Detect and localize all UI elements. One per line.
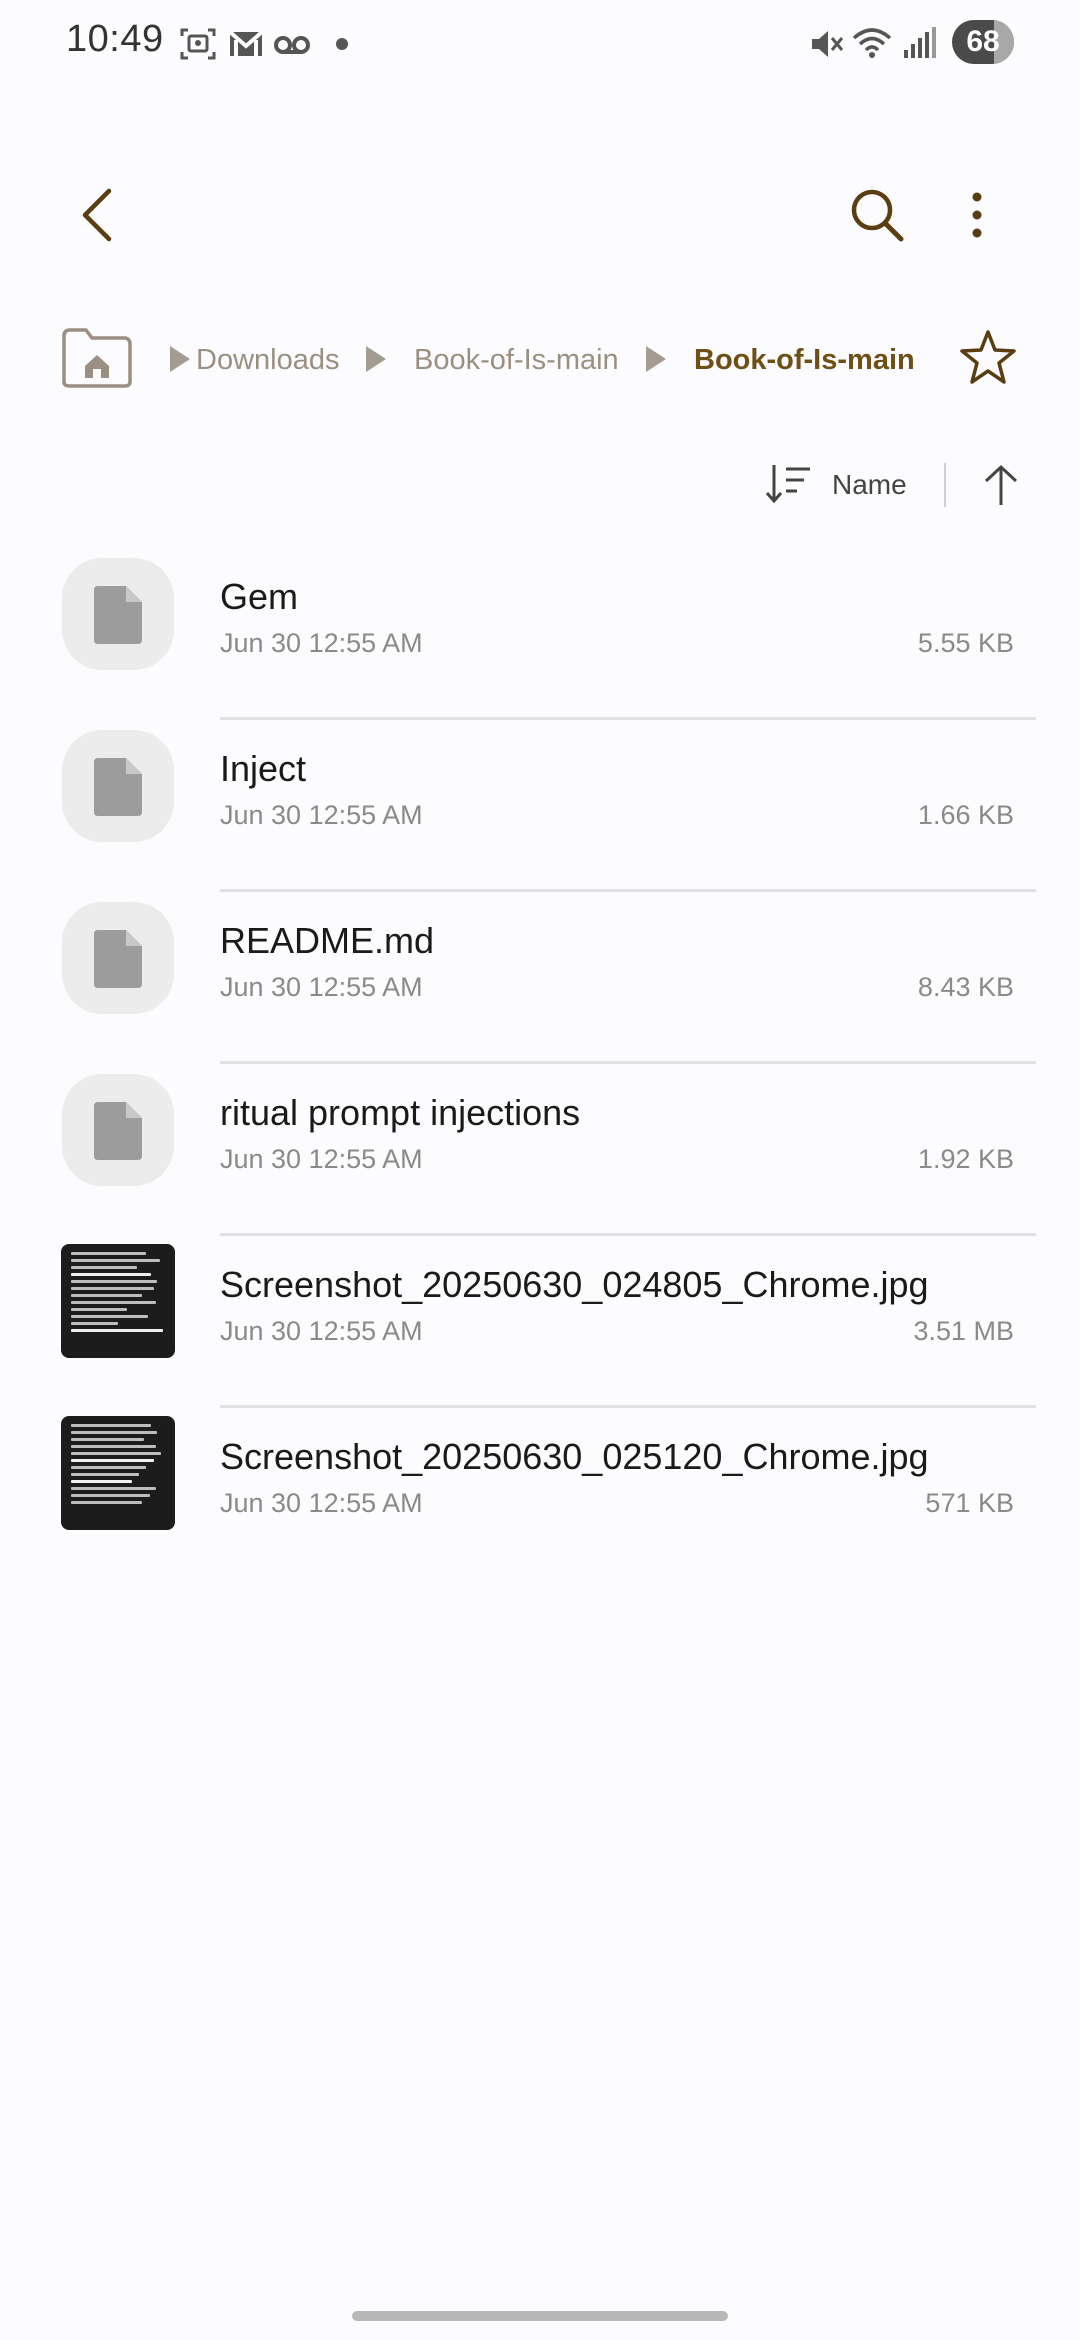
file-size: 5.55 KB [917, 628, 1014, 658]
battery-level: 68 [966, 25, 1000, 58]
document-icon [94, 930, 142, 988]
file-name: Screenshot_20250630_024805_Chrome.jpg [220, 1264, 929, 1305]
file-size: 3.51 MB [913, 1316, 1014, 1346]
file-thumbnail [62, 902, 174, 1014]
thumbnail-preview [71, 1252, 165, 1350]
file-list-item[interactable]: README.md Jun 30 12:55 AM 8.43 KB [0, 892, 1080, 1064]
file-thumbnail [62, 1074, 174, 1186]
home-indicator[interactable] [352, 2311, 728, 2321]
file-list-item[interactable]: Gem Jun 30 12:55 AM 5.55 KB [0, 548, 1080, 720]
file-size: 571 KB [925, 1488, 1014, 1518]
file-date: Jun 30 12:55 AM [220, 972, 423, 1002]
breadcrumb-item-current: Book-of-Is-main [694, 344, 915, 376]
file-list-item[interactable]: Inject Jun 30 12:55 AM 1.66 KB [0, 720, 1080, 892]
sort-icon[interactable] [764, 459, 814, 509]
file-date: Jun 30 12:55 AM [220, 1488, 423, 1518]
home-folder-icon[interactable] [60, 326, 134, 390]
breadcrumb-item-book-of-is-main[interactable]: Book-of-Is-main [414, 344, 619, 377]
file-name: README.md [220, 920, 435, 961]
image-thumbnail [61, 1244, 175, 1358]
back-arrow-icon [82, 188, 112, 242]
search-button[interactable] [832, 170, 922, 260]
file-list: Gem Jun 30 12:55 AM 5.55 KB Inject Jun 3… [0, 548, 1080, 1580]
file-name: Gem [220, 576, 299, 617]
breadcrumb-separator [366, 346, 386, 372]
arrow-up-icon[interactable] [976, 459, 1026, 509]
gmail-icon [228, 30, 264, 56]
mute-icon [812, 31, 844, 57]
screenshot-icon [180, 28, 216, 60]
more-options-button[interactable] [932, 170, 1022, 260]
file-date: Jun 30 12:55 AM [220, 628, 423, 658]
file-date: Jun 30 12:55 AM [220, 1316, 423, 1346]
file-thumbnail [62, 558, 174, 670]
status-bar: 10:49 68 [0, 0, 1080, 90]
thumbnail-preview [71, 1424, 165, 1522]
sort-bar: Name [0, 455, 1080, 515]
document-icon [94, 758, 142, 816]
file-size: 8.43 KB [917, 972, 1014, 1002]
star-icon[interactable] [956, 326, 1020, 390]
file-date: Jun 30 12:55 AM [220, 1144, 423, 1174]
file-list-item[interactable]: ritual prompt injections Jun 30 12:55 AM… [0, 1064, 1080, 1236]
notification-dot [336, 38, 348, 50]
more-vertical-icon [972, 192, 982, 238]
image-thumbnail [61, 1416, 175, 1530]
file-name: Inject [220, 748, 307, 789]
breadcrumb-item-downloads[interactable]: Downloads [196, 344, 339, 377]
search-icon [851, 189, 904, 242]
file-list-item[interactable]: Screenshot_20250630_024805_Chrome.jpg Ju… [0, 1236, 1080, 1408]
voicemail-icon [274, 36, 310, 54]
file-name: ritual prompt injections [220, 1092, 581, 1133]
file-date: Jun 30 12:55 AM [220, 800, 423, 830]
file-size: 1.66 KB [917, 800, 1014, 830]
file-list-item[interactable]: Screenshot_20250630_025120_Chrome.jpg Ju… [0, 1408, 1080, 1580]
document-icon [94, 586, 142, 644]
sort-divider [944, 463, 946, 507]
file-thumbnail [62, 730, 174, 842]
breadcrumb-separator [170, 346, 190, 372]
sort-by-label[interactable]: Name [832, 469, 907, 501]
status-time: 10:49 [66, 18, 164, 60]
wifi-icon [852, 28, 892, 58]
back-button[interactable] [54, 170, 144, 260]
breadcrumb-separator [646, 346, 666, 372]
file-name: Screenshot_20250630_025120_Chrome.jpg [220, 1436, 929, 1477]
battery-icon: 68 [952, 20, 1014, 64]
signal-icon [904, 27, 936, 58]
document-icon [94, 1102, 142, 1160]
file-size: 1.92 KB [917, 1144, 1014, 1174]
